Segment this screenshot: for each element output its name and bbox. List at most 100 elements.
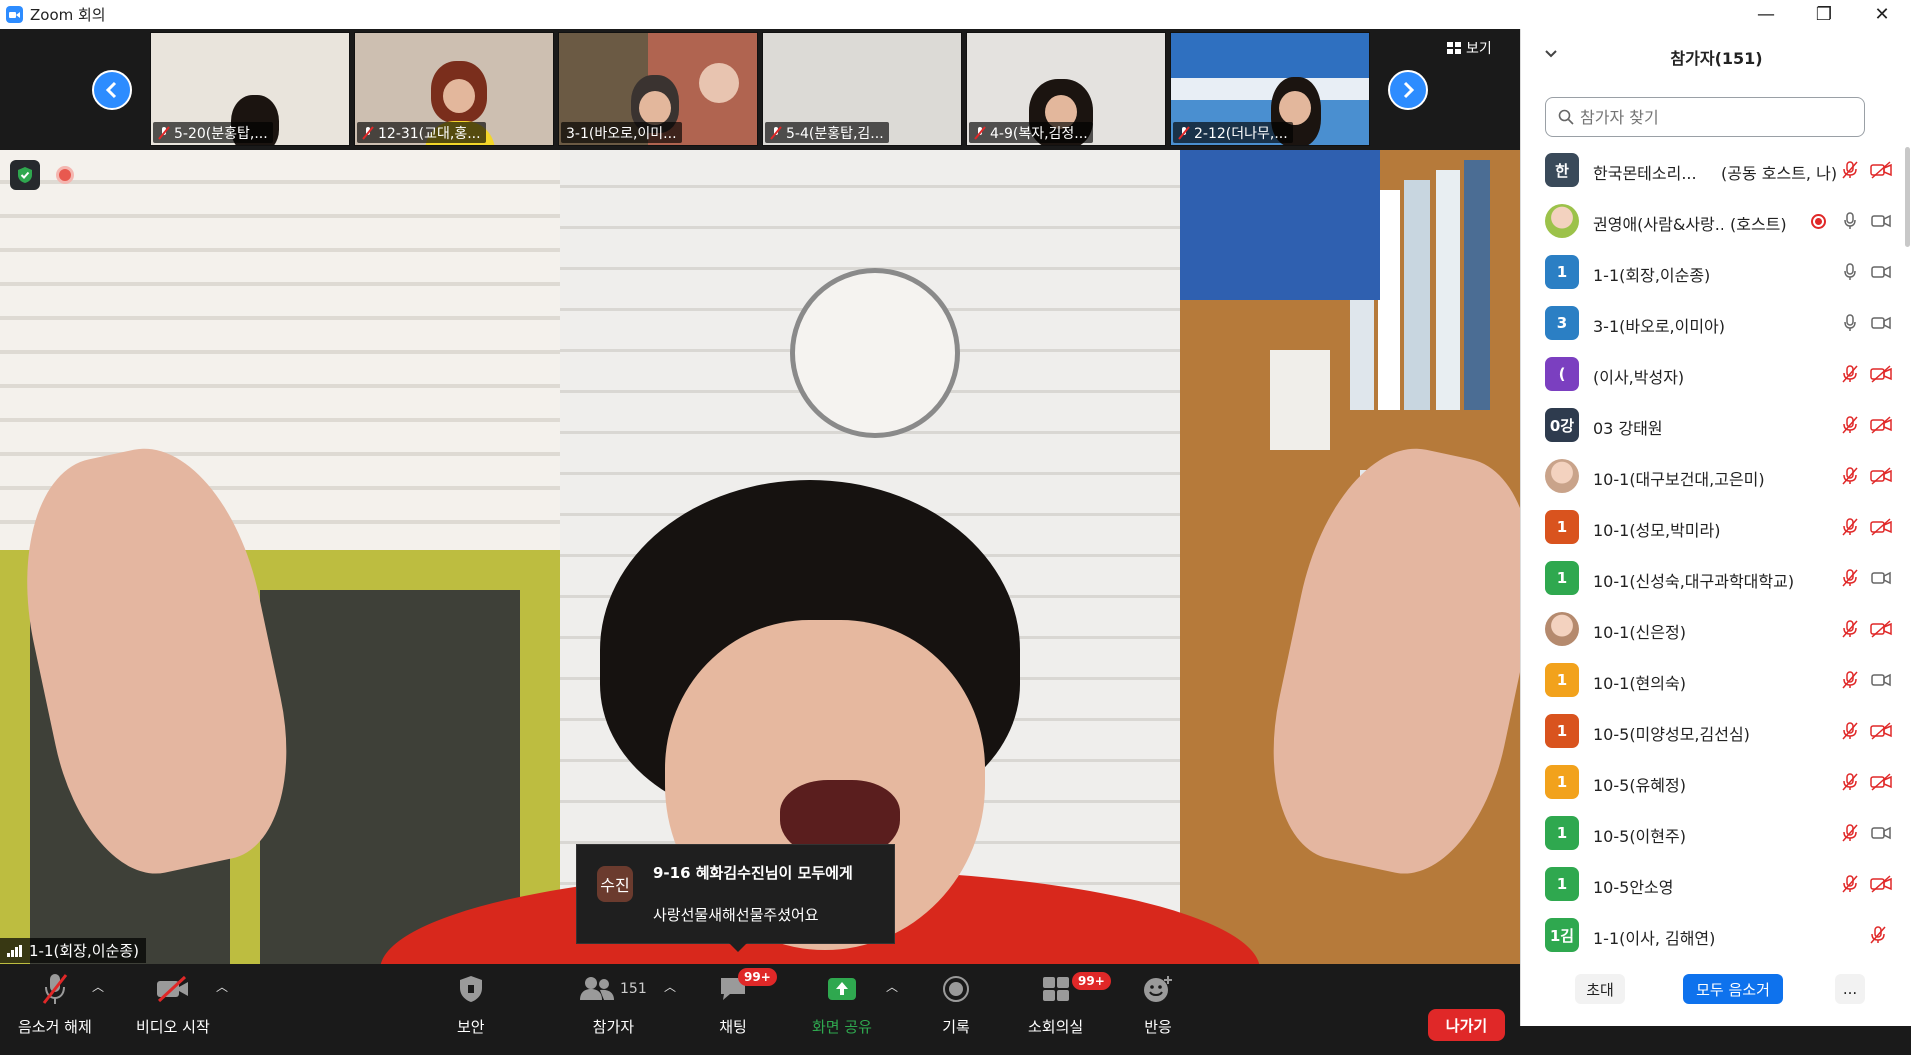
- camera-on-icon[interactable]: [1869, 567, 1893, 589]
- record-button[interactable]: 기록: [942, 970, 970, 1037]
- panel-footer: 초대 모두 음소거 ...: [1521, 960, 1911, 1026]
- maximize-button[interactable]: ❐: [1795, 0, 1853, 29]
- mic-on-icon[interactable]: [1839, 210, 1861, 232]
- participant-avatar: [1545, 612, 1579, 646]
- participant-name: 10-5안소영: [1593, 878, 1674, 897]
- participant-row[interactable]: 1 10-1(성모,박미라): [1521, 502, 1911, 553]
- participant-row[interactable]: 0강 03 강태원: [1521, 400, 1911, 451]
- participants-options-caret[interactable]: ︿: [664, 978, 676, 995]
- mic-muted-icon[interactable]: [1867, 924, 1889, 946]
- mic-muted-icon[interactable]: [1839, 465, 1861, 487]
- mic-on-icon[interactable]: [1839, 261, 1861, 283]
- mic-on-icon[interactable]: [1839, 312, 1861, 334]
- participant-avatar: 1: [1545, 561, 1579, 595]
- thumbnail-label: 4-9(복자,김정...: [969, 122, 1093, 143]
- camera-off-icon[interactable]: [1869, 618, 1893, 640]
- mic-muted-icon[interactable]: [1839, 414, 1861, 436]
- participant-list-scrollbar[interactable]: [1905, 147, 1910, 247]
- unmute-button[interactable]: 음소거 해제: [18, 970, 92, 1037]
- participants-button[interactable]: 151 참가자: [580, 970, 647, 1037]
- camera-off-icon[interactable]: [1869, 720, 1893, 742]
- participant-name: 1-1(회장,이순종): [1593, 266, 1711, 285]
- mic-muted-icon[interactable]: [1839, 159, 1861, 181]
- mute-all-button[interactable]: 모두 음소거: [1683, 974, 1783, 1004]
- camera-off-icon[interactable]: [1869, 873, 1893, 895]
- participant-row[interactable]: 1 1-1(회장,이순종): [1521, 247, 1911, 298]
- reactions-button[interactable]: 반응: [1142, 970, 1174, 1037]
- participant-avatar: 1: [1545, 816, 1579, 850]
- thumbnail-label: 5-20(분홍탑,...: [153, 122, 273, 143]
- mic-muted-icon[interactable]: [1839, 720, 1861, 742]
- mic-muted-icon[interactable]: [1839, 618, 1861, 640]
- camera-on-icon[interactable]: [1869, 261, 1893, 283]
- recording-icon: [1811, 214, 1826, 229]
- video-thumbnail[interactable]: 12-31(교대,홍...: [354, 32, 554, 146]
- participant-search-input[interactable]: [1580, 107, 1840, 127]
- mic-muted-icon: [1178, 125, 1190, 140]
- participant-row[interactable]: 10-1(신은정): [1521, 604, 1911, 655]
- participant-row[interactable]: 1 10-5(이현주): [1521, 808, 1911, 859]
- participant-row[interactable]: 1김 1-1(이사, 김해연): [1521, 910, 1911, 960]
- video-thumbnail[interactable]: 3-1(바오로,이미...: [558, 32, 758, 146]
- camera-off-icon[interactable]: [1869, 363, 1893, 385]
- participant-row[interactable]: ((이사,박성자): [1521, 349, 1911, 400]
- participant-row[interactable]: 10-1(대구보건대,고은미): [1521, 451, 1911, 502]
- participant-row[interactable]: 1 10-1(신성숙,대구과학대학교): [1521, 553, 1911, 604]
- chevron-right-icon: [1403, 81, 1415, 99]
- camera-off-icon[interactable]: [1869, 771, 1893, 793]
- participant-row[interactable]: 3 3-1(바오로,이미아): [1521, 298, 1911, 349]
- participant-name: (이사,박성자): [1593, 368, 1685, 387]
- participant-name: 03 강태원: [1593, 419, 1663, 438]
- minimize-button[interactable]: —: [1737, 0, 1795, 29]
- video-thumbnail[interactable]: 5-4(분홍탑,김...: [762, 32, 962, 146]
- participant-row[interactable]: 1 10-5안소영: [1521, 859, 1911, 910]
- mic-muted-icon[interactable]: [1839, 363, 1861, 385]
- start-video-button[interactable]: 비디오 시작: [136, 970, 210, 1037]
- chat-notification[interactable]: 수진 9-16 혜화김수진님이 모두에게 사랑선물새해선물주셨어요: [576, 844, 895, 952]
- security-button[interactable]: 보안: [457, 970, 485, 1037]
- participant-row[interactable]: 1 10-5(유혜정): [1521, 757, 1911, 808]
- chat-sender-avatar: 수진: [597, 866, 633, 902]
- more-options-button[interactable]: ...: [1835, 974, 1865, 1004]
- audio-options-caret[interactable]: ︿: [92, 978, 104, 995]
- participant-search-field[interactable]: [1545, 97, 1865, 137]
- participant-avatar: 1: [1545, 255, 1579, 289]
- mic-muted-icon[interactable]: [1839, 771, 1861, 793]
- view-button[interactable]: 보기: [1447, 37, 1492, 59]
- leave-meeting-button[interactable]: 나가기: [1428, 1009, 1505, 1041]
- camera-on-icon[interactable]: [1869, 210, 1893, 232]
- invite-button[interactable]: 초대: [1575, 974, 1625, 1004]
- mic-muted-icon[interactable]: [1839, 822, 1861, 844]
- encryption-shield-icon[interactable]: [10, 160, 40, 190]
- mic-muted-icon[interactable]: [1839, 669, 1861, 691]
- participant-row[interactable]: 1 10-5(미양성모,김선심): [1521, 706, 1911, 757]
- mic-muted-icon: [974, 125, 986, 140]
- next-page-button[interactable]: [1388, 70, 1428, 110]
- camera-on-icon[interactable]: [1869, 312, 1893, 334]
- video-thumbnail[interactable]: 4-9(복자,김정...: [966, 32, 1166, 146]
- participant-row[interactable]: 한 한국몬테소리... (공동 호스트, 나): [1521, 145, 1911, 196]
- camera-off-icon[interactable]: [1869, 465, 1893, 487]
- video-thumbnail[interactable]: 2-12(더나무,...: [1170, 32, 1370, 146]
- camera-off-icon[interactable]: [1869, 159, 1893, 181]
- share-options-caret[interactable]: ︿: [886, 978, 898, 995]
- camera-on-icon[interactable]: [1869, 822, 1893, 844]
- video-options-caret[interactable]: ︿: [216, 978, 228, 995]
- camera-off-icon[interactable]: [1869, 414, 1893, 436]
- camera-off-icon[interactable]: [1869, 516, 1893, 538]
- participant-row[interactable]: 1 10-1(현의숙): [1521, 655, 1911, 706]
- participant-avatar: 1: [1545, 867, 1579, 901]
- close-button[interactable]: ✕: [1853, 0, 1911, 29]
- camera-on-icon[interactable]: [1869, 669, 1893, 691]
- participant-name: 10-1(성모,박미라): [1593, 521, 1721, 540]
- mic-muted-icon[interactable]: [1839, 567, 1861, 589]
- window-controls: — ❐ ✕: [1737, 0, 1911, 29]
- participant-row[interactable]: 권영애(사람&사랑... (호스트): [1521, 196, 1911, 247]
- prev-page-button[interactable]: [92, 70, 132, 110]
- mic-muted-icon[interactable]: [1839, 516, 1861, 538]
- mic-muted-icon[interactable]: [1839, 873, 1861, 895]
- participant-avatar: 1: [1545, 714, 1579, 748]
- video-thumbnail[interactable]: 5-20(분홍탑,...: [150, 32, 350, 146]
- panel-title: 참가자(151): [1670, 49, 1763, 68]
- share-screen-button[interactable]: 화면 공유: [812, 970, 872, 1037]
